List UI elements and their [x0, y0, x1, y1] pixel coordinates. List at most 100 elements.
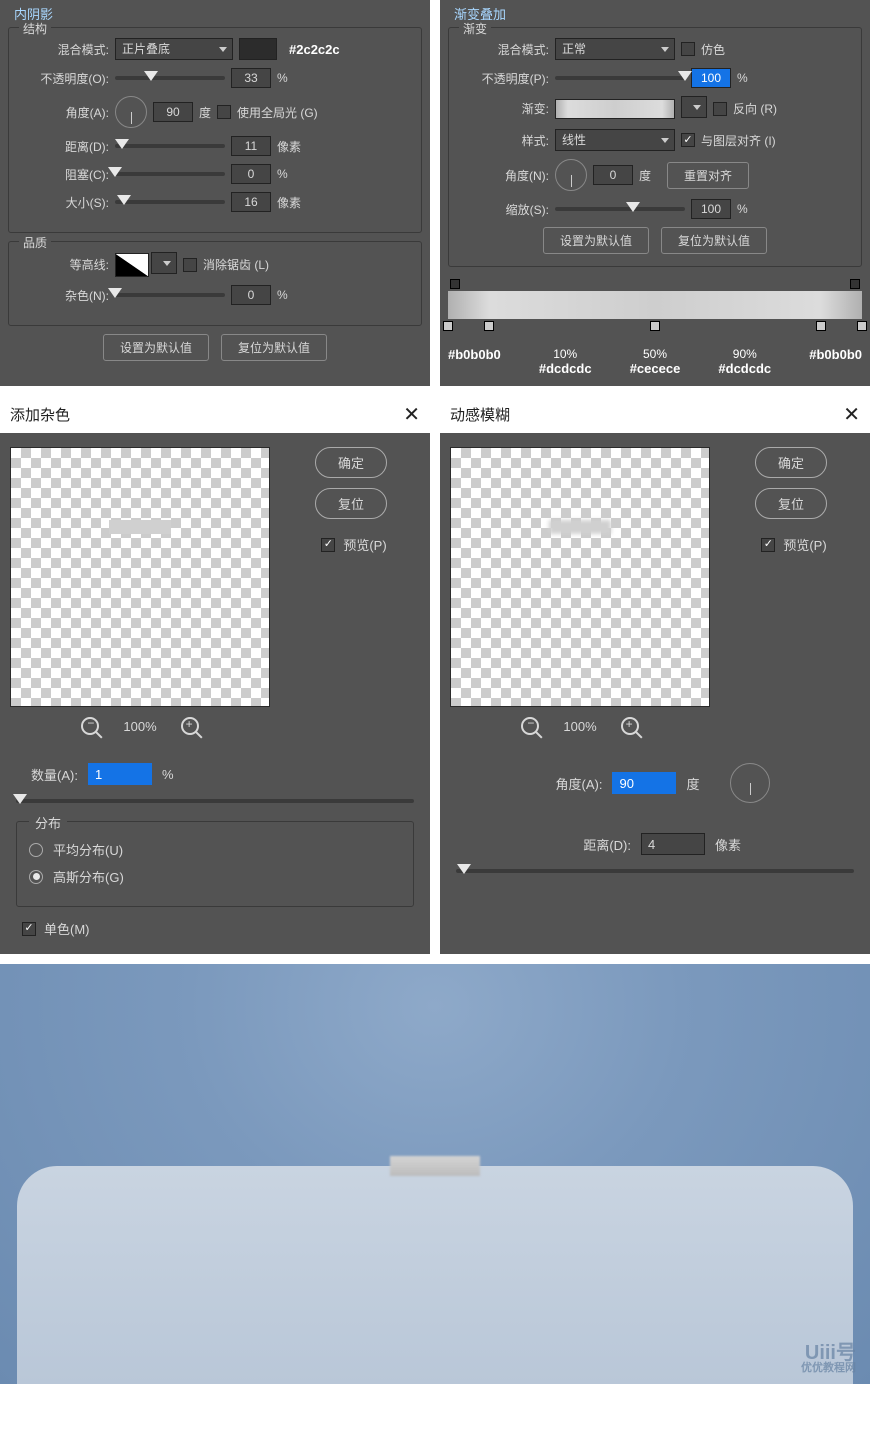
size-input[interactable] — [231, 192, 271, 212]
amount-input[interactable] — [88, 763, 152, 785]
dither-label: 仿色 — [701, 41, 725, 58]
add-noise-dialog: 添加杂色 ✕ 100% 确定 复位 预览(P) 数量(A): % — [0, 396, 430, 954]
inner-shadow-panel: 内阴影 结构 混合模式: 正片叠底 #2c2c2c 不透明度(O): % 角度(… — [0, 0, 430, 386]
angle-input[interactable] — [612, 772, 676, 794]
zoom-level: 100% — [123, 719, 156, 734]
opacity-slider[interactable] — [115, 76, 225, 80]
color-stop[interactable] — [857, 321, 867, 331]
distance-input[interactable] — [641, 833, 705, 855]
angle-dial[interactable] — [730, 763, 770, 803]
angle-dial[interactable] — [115, 96, 147, 128]
align-layer-checkbox[interactable] — [681, 133, 695, 147]
preview-label: 预览(P) — [343, 535, 386, 554]
opacity-stop[interactable] — [850, 279, 860, 289]
color-swatch[interactable] — [239, 38, 277, 60]
noise-slider[interactable] — [115, 293, 225, 297]
ok-button[interactable]: 确定 — [315, 447, 387, 478]
antialias-checkbox[interactable] — [183, 258, 197, 272]
scale-input[interactable] — [691, 199, 731, 219]
align-layer-label: 与图层对齐 (I) — [701, 132, 776, 149]
gradient-editor: #b0b0b0 10%#dcdcdc 50%#cecece 90%#dcdcdc… — [448, 279, 862, 376]
style-label: 样式: — [457, 132, 549, 149]
distance-label: 距离(D): — [569, 835, 631, 854]
mono-checkbox[interactable] — [22, 922, 36, 936]
gaussian-radio[interactable] — [29, 870, 43, 884]
color-hex: #2c2c2c — [289, 42, 340, 57]
opacity-stop[interactable] — [450, 279, 460, 289]
motion-blur-dialog: 动感模糊 ✕ 100% 确定 复位 预览(P) 角度(A): 度 — [440, 396, 870, 954]
set-default-button[interactable]: 设置为默认值 — [543, 227, 649, 254]
preview-checkbox[interactable] — [321, 538, 335, 552]
unit-px2: 像素 — [277, 194, 301, 211]
gradient-dropdown[interactable] — [681, 96, 707, 118]
color-stop[interactable] — [650, 321, 660, 331]
blend-mode-label: 混合模式: — [17, 41, 109, 58]
unit-px: 像素 — [277, 138, 301, 155]
unit-pct: % — [277, 71, 288, 85]
zoom-level: 100% — [563, 719, 596, 734]
opacity-input[interactable] — [691, 68, 731, 88]
style-select[interactable]: 线性 — [555, 129, 675, 151]
reverse-checkbox[interactable] — [713, 102, 727, 116]
preview-canvas[interactable] — [10, 447, 270, 707]
color-stop[interactable] — [443, 321, 453, 331]
scale-label: 缩放(S): — [457, 201, 549, 218]
distance-input[interactable] — [231, 136, 271, 156]
color-stop[interactable] — [484, 321, 494, 331]
contour-dropdown[interactable] — [151, 252, 177, 274]
blend-mode-select[interactable]: 正片叠底 — [115, 38, 233, 60]
dialog-title: 动感模糊 — [450, 404, 510, 425]
panel-title: 渐变叠加 — [448, 4, 862, 23]
preview-canvas[interactable] — [450, 447, 710, 707]
zoom-out-icon[interactable] — [521, 717, 539, 735]
global-light-label: 使用全局光 (G) — [237, 104, 318, 121]
choke-slider[interactable] — [115, 172, 225, 176]
reset-default-button[interactable]: 复位为默认值 — [661, 227, 767, 254]
size-slider[interactable] — [115, 200, 225, 204]
gradient-label: 渐变: — [457, 100, 549, 117]
close-icon[interactable]: ✕ — [843, 402, 860, 427]
global-light-checkbox[interactable] — [217, 105, 231, 119]
uniform-radio[interactable] — [29, 843, 43, 857]
angle-dial[interactable] — [555, 159, 587, 191]
distribution-label: 分布 — [29, 813, 67, 832]
noise-input[interactable] — [231, 285, 271, 305]
gradient-bar[interactable] — [448, 291, 862, 319]
reset-align-button[interactable]: 重置对齐 — [667, 162, 749, 189]
opacity-slider[interactable] — [555, 76, 685, 80]
distance-slider[interactable] — [456, 869, 854, 873]
gradient-preview[interactable] — [555, 99, 675, 119]
reset-default-button[interactable]: 复位为默认值 — [221, 334, 327, 361]
angle-label: 角度(A): — [540, 774, 602, 793]
reverse-label: 反向 (R) — [733, 100, 777, 117]
quality-fieldset: 品质 等高线: 消除锯齿 (L) 杂色(N): % — [8, 241, 422, 326]
antialias-label: 消除锯齿 (L) — [203, 256, 269, 273]
set-default-button[interactable]: 设置为默认值 — [103, 334, 209, 361]
amount-slider[interactable] — [16, 799, 414, 803]
fieldset-label: 结构 — [19, 20, 51, 37]
zoom-in-icon[interactable] — [181, 717, 199, 735]
blend-mode-select[interactable]: 正常 — [555, 38, 675, 60]
unit-pct2: % — [737, 202, 748, 216]
unit-pct2: % — [277, 167, 288, 181]
distance-slider[interactable] — [115, 144, 225, 148]
reset-button[interactable]: 复位 — [315, 488, 387, 519]
contour-picker[interactable] — [115, 253, 149, 277]
choke-input[interactable] — [231, 164, 271, 184]
opacity-input[interactable] — [231, 68, 271, 88]
dither-checkbox[interactable] — [681, 42, 695, 56]
close-icon[interactable]: ✕ — [403, 402, 420, 427]
preview-checkbox[interactable] — [761, 538, 775, 552]
color-stop[interactable] — [816, 321, 826, 331]
ok-button[interactable]: 确定 — [755, 447, 827, 478]
mono-label: 单色(M) — [44, 919, 90, 938]
unit-pct: % — [737, 71, 748, 85]
angle-input[interactable] — [153, 102, 193, 122]
scale-slider[interactable] — [555, 207, 685, 211]
distance-label: 距离(D): — [17, 138, 109, 155]
reset-button[interactable]: 复位 — [755, 488, 827, 519]
zoom-in-icon[interactable] — [621, 717, 639, 735]
zoom-out-icon[interactable] — [81, 717, 99, 735]
angle-input[interactable] — [593, 165, 633, 185]
unit-pct: % — [162, 767, 174, 782]
